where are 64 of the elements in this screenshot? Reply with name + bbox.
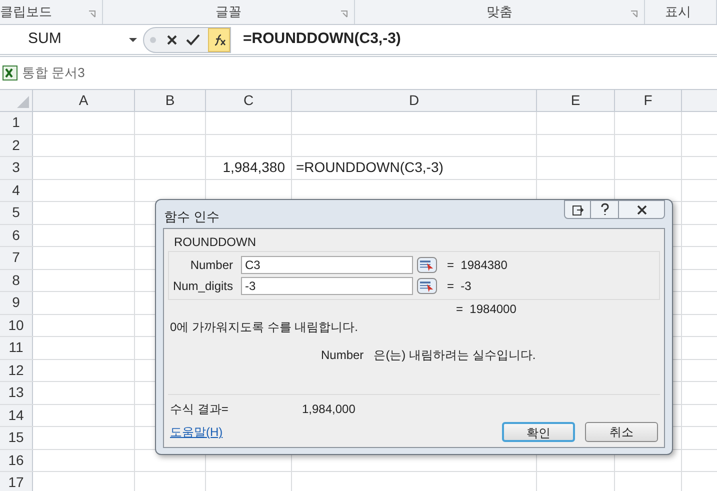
function-description: 0에 가까워지도록 수를 내림합니다. bbox=[169, 319, 360, 336]
argument-label: Num_digits bbox=[172, 278, 234, 295]
formula-result-label: 수식 결과= bbox=[170, 400, 230, 418]
corner-triangle-icon bbox=[17, 96, 29, 108]
cancel-icon[interactable] bbox=[166, 34, 178, 46]
dialog-launcher-icon[interactable] bbox=[88, 10, 96, 18]
row-header[interactable]: 16 bbox=[0, 450, 33, 471]
ribbon-group-label: 글꼴 bbox=[216, 3, 242, 22]
row-header[interactable]: 3 bbox=[0, 157, 33, 178]
ribbon-group-label: 맞춤 bbox=[486, 3, 512, 22]
formula-input[interactable]: =ROUNDDOWN(C3,-3) bbox=[231, 28, 717, 51]
check-icon[interactable] bbox=[186, 34, 200, 46]
help-link[interactable]: 도움말(H) bbox=[170, 423, 223, 441]
column-header[interactable]: E bbox=[537, 90, 615, 111]
column-header[interactable]: F bbox=[615, 90, 682, 111]
row-header[interactable]: 12 bbox=[0, 360, 33, 381]
cell-text: 1,984,380 bbox=[222, 158, 285, 178]
ribbon-group-label: 클립보드 bbox=[0, 3, 52, 22]
row-header[interactable]: 1 bbox=[0, 112, 33, 134]
cell-text: =ROUNDDOWN(C3,-3) bbox=[296, 158, 444, 178]
dropdown-caret-icon[interactable] bbox=[129, 38, 137, 42]
argument-input[interactable]: -3 bbox=[241, 277, 413, 295]
function-name: ROUNDDOWN bbox=[173, 234, 257, 251]
dialog-launcher-icon[interactable] bbox=[630, 10, 638, 18]
spreadsheet-icon bbox=[2, 65, 18, 81]
column-header[interactable]: C bbox=[206, 90, 292, 111]
row-header[interactable]: 6 bbox=[0, 224, 33, 246]
row-header[interactable]: 15 bbox=[0, 427, 33, 448]
help-icon[interactable] bbox=[591, 200, 619, 219]
dialog-launcher-icon[interactable] bbox=[340, 10, 348, 18]
dialog-button[interactable]: 확인 bbox=[502, 422, 575, 442]
name-box[interactable]: SUM bbox=[0, 28, 143, 50]
row-header[interactable]: 4 bbox=[0, 180, 33, 201]
argument-name: Number bbox=[321, 347, 364, 364]
grip-icon bbox=[148, 34, 158, 44]
dialog-title: 함수 인수 bbox=[163, 208, 220, 226]
workbook-title: 통합 문서3 bbox=[22, 64, 85, 82]
restore-icon[interactable] bbox=[564, 200, 591, 219]
row-header[interactable]: 2 bbox=[0, 134, 33, 156]
collapse-dialog-icon[interactable] bbox=[417, 257, 437, 273]
dialog-button[interactable]: 취소 bbox=[585, 422, 658, 442]
row-header[interactable]: 8 bbox=[0, 270, 33, 291]
column-header[interactable]: B bbox=[135, 90, 206, 111]
argument-label: Number bbox=[189, 257, 234, 274]
row-header[interactable]: 14 bbox=[0, 404, 33, 426]
close-icon[interactable] bbox=[619, 200, 665, 219]
argument-result: = -3 bbox=[447, 278, 472, 295]
row-header[interactable]: 5 bbox=[0, 202, 33, 224]
column-header[interactable]: D bbox=[292, 90, 537, 111]
argument-result: = 1984380 bbox=[447, 257, 508, 274]
ribbon-group-label: 표시 bbox=[665, 3, 691, 22]
row-header[interactable]: 7 bbox=[0, 247, 33, 268]
argument-description: 은(는) 내림하려는 실수입니다. bbox=[374, 347, 536, 364]
argument-input[interactable]: C3 bbox=[241, 256, 413, 274]
insert-function-icon[interactable] bbox=[208, 28, 230, 52]
row-header[interactable]: 17 bbox=[0, 472, 33, 491]
row-header[interactable]: 10 bbox=[0, 314, 33, 336]
row-header[interactable]: 11 bbox=[0, 337, 33, 358]
function-result: = 1984000 bbox=[456, 301, 516, 318]
row-header[interactable]: 13 bbox=[0, 382, 33, 404]
column-header[interactable]: A bbox=[33, 90, 135, 111]
collapse-dialog-icon[interactable] bbox=[417, 278, 437, 294]
row-header[interactable]: 9 bbox=[0, 292, 33, 314]
formula-result-value: 1,984,000 bbox=[302, 400, 356, 418]
